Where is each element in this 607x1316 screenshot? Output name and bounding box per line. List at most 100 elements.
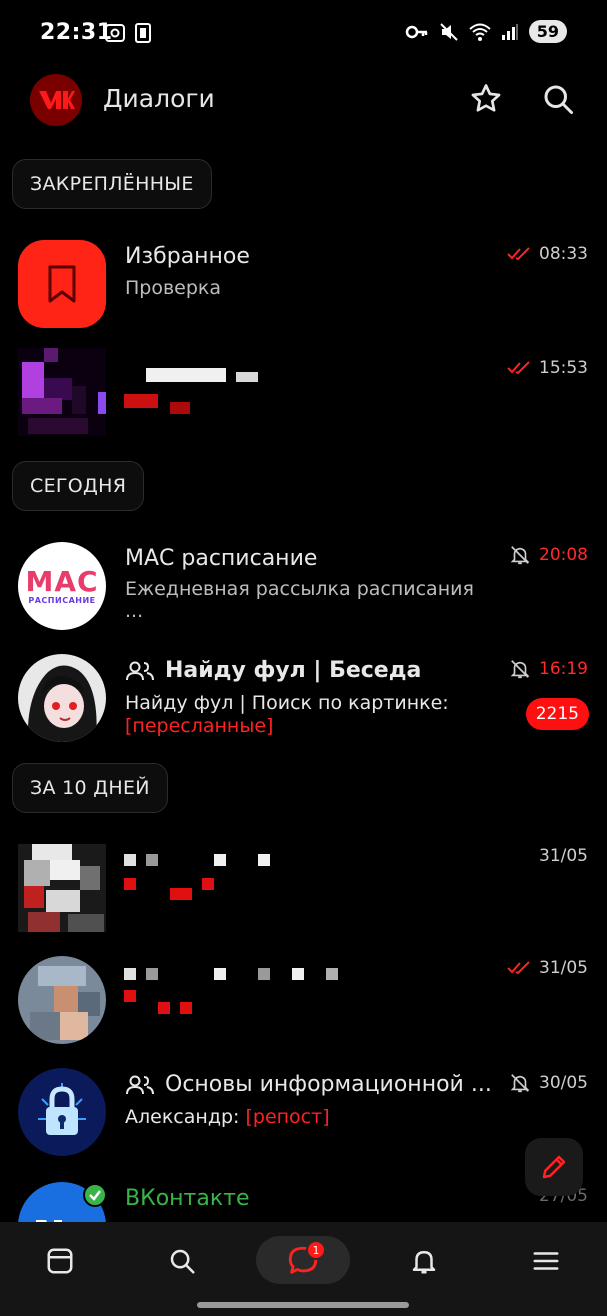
dialog-preview: Найду фул | Поиск по картинке: bbox=[125, 692, 449, 714]
mute-icon bbox=[440, 22, 458, 41]
muted-bell-icon bbox=[510, 1074, 530, 1093]
hidden-preview-part bbox=[158, 1002, 170, 1014]
dialog-preview: Александр: [репост] bbox=[125, 1106, 330, 1128]
group-chat-icon bbox=[126, 1075, 154, 1094]
dialog-preview-ellipsis: ... bbox=[125, 600, 144, 622]
dialog-preview: Проверка bbox=[125, 277, 222, 299]
dialog-row-naidu-ful[interactable]: Найду фул | Беседа Найду фул | Поиск по … bbox=[0, 652, 607, 756]
hidden-preview-part bbox=[170, 402, 190, 414]
home-indicator[interactable] bbox=[197, 1302, 409, 1308]
forwarded-label: [пересланные] bbox=[125, 715, 274, 737]
dialog-time: 20:08 bbox=[509, 544, 588, 566]
hidden-title-part bbox=[258, 968, 270, 980]
dialog-time: 15:53 bbox=[507, 358, 588, 378]
hidden-title-part bbox=[292, 968, 304, 980]
dialog-time-text: 08:33 bbox=[539, 244, 588, 264]
search-icon bbox=[544, 85, 573, 114]
avatar: MAC РАСПИСАНИЕ bbox=[18, 542, 106, 630]
bookmark-icon bbox=[48, 265, 76, 303]
nav-search[interactable] bbox=[152, 1238, 212, 1284]
double-check-icon bbox=[507, 247, 530, 261]
hidden-title-part bbox=[146, 968, 158, 980]
dialog-title: Основы информационной ... bbox=[125, 1072, 495, 1097]
avatar bbox=[18, 1068, 106, 1156]
dialog-time-text: 15:53 bbox=[539, 358, 588, 378]
dialog-time: 30/05 bbox=[509, 1072, 588, 1094]
muted-bell-icon bbox=[510, 660, 530, 679]
dialog-time-text: 30/05 bbox=[539, 1073, 588, 1093]
unread-badge: 2215 bbox=[525, 698, 589, 730]
verified-icon bbox=[83, 1183, 107, 1207]
anime-avatar-icon bbox=[27, 665, 97, 742]
dialog-time-text: 16:19 bbox=[539, 659, 588, 679]
muted-bell-icon bbox=[510, 546, 530, 565]
dialog-time: 16:19 bbox=[509, 658, 588, 680]
dialog-preview-forwarded: [пересланные] bbox=[125, 715, 273, 737]
dialog-row-favorites[interactable]: Избранное Проверка 08:33 bbox=[0, 236, 607, 340]
section-ten-days: ЗА 10 ДНЕЙ bbox=[12, 763, 168, 813]
double-check-icon bbox=[507, 961, 530, 975]
dialog-title: Найду фул | Беседа bbox=[125, 658, 421, 683]
status-time: 22:31 bbox=[40, 20, 113, 45]
star-icon bbox=[471, 84, 501, 112]
vk-logo-icon bbox=[39, 91, 75, 109]
dialog-title: ВКонтакте bbox=[125, 1186, 250, 1211]
dialog-row-hidden-1[interactable]: 15:53 bbox=[0, 340, 607, 444]
favorites-button[interactable] bbox=[468, 81, 504, 117]
hidden-preview-part bbox=[180, 1002, 192, 1014]
avatar-pixelated bbox=[18, 956, 106, 1044]
dialog-preview-author: Александр: bbox=[125, 1106, 246, 1128]
dialog-row-vkontakte[interactable]: ВКонтакте 27/05 bbox=[0, 1176, 607, 1222]
dialog-title: Избранное bbox=[125, 244, 250, 269]
battery-level: 59 bbox=[528, 20, 567, 43]
hidden-preview-part bbox=[202, 878, 214, 890]
hidden-title-part bbox=[146, 854, 158, 866]
status-bar: 22:31 59 bbox=[0, 0, 607, 64]
avatar-pixelated bbox=[18, 348, 106, 436]
dialog-row-infosec[interactable]: Основы информационной ... Александр: [ре… bbox=[0, 1066, 607, 1170]
search-button[interactable] bbox=[540, 81, 576, 117]
nav-notifications[interactable] bbox=[394, 1238, 454, 1284]
hidden-title bbox=[124, 968, 136, 980]
nav-feed[interactable] bbox=[30, 1238, 90, 1284]
dialog-time: 08:33 bbox=[507, 244, 588, 264]
hidden-preview-part bbox=[170, 888, 192, 900]
page-title: Диалоги bbox=[103, 84, 215, 113]
app-header: Диалоги bbox=[0, 64, 607, 136]
hidden-preview bbox=[124, 394, 158, 408]
hidden-title bbox=[146, 368, 226, 382]
pencil-icon bbox=[542, 1155, 566, 1179]
hidden-title bbox=[124, 854, 136, 866]
signal-icon bbox=[501, 23, 518, 40]
section-pinned: ЗАКРЕПЛЁННЫЕ bbox=[12, 159, 212, 209]
feed-icon bbox=[47, 1248, 73, 1274]
search-icon bbox=[170, 1249, 195, 1274]
bell-icon bbox=[412, 1251, 436, 1274]
dialog-row-hidden-3[interactable]: 31/05 bbox=[0, 952, 607, 1056]
dialog-time-text: 31/05 bbox=[539, 846, 588, 866]
nav-menu[interactable] bbox=[516, 1238, 576, 1284]
dialog-row-mac-schedule[interactable]: MAC РАСПИСАНИЕ МАС расписание Ежедневная… bbox=[0, 538, 607, 642]
dialog-time-text: 31/05 bbox=[539, 958, 588, 978]
mac-logo-text: MAC bbox=[25, 564, 99, 598]
vk-logo[interactable] bbox=[30, 74, 82, 126]
hidden-title-part bbox=[214, 968, 226, 980]
hidden-title-part bbox=[258, 854, 270, 866]
dialog-preview: Ежедневная рассылка расписания bbox=[125, 578, 474, 600]
menu-icon bbox=[533, 1252, 559, 1270]
avatar bbox=[18, 240, 106, 328]
dialog-time: 31/05 bbox=[507, 958, 588, 978]
hidden-title-part bbox=[236, 372, 258, 382]
mac-logo-caption: РАСПИСАНИЕ bbox=[28, 595, 96, 605]
status-icons-right: 59 bbox=[405, 20, 567, 43]
group-chat-icon bbox=[126, 661, 154, 680]
section-today: СЕГОДНЯ bbox=[12, 461, 145, 511]
dialog-time-text: 20:08 bbox=[539, 545, 588, 565]
dialog-title-text: Найду фул | Беседа bbox=[165, 658, 422, 683]
dialog-row-hidden-2[interactable]: 31/05 bbox=[0, 840, 607, 944]
status-icons-left bbox=[104, 22, 154, 44]
avatar-pixelated bbox=[18, 844, 106, 932]
hidden-title-part bbox=[326, 968, 338, 980]
hidden-preview bbox=[124, 878, 136, 890]
compose-button[interactable] bbox=[525, 1138, 583, 1196]
